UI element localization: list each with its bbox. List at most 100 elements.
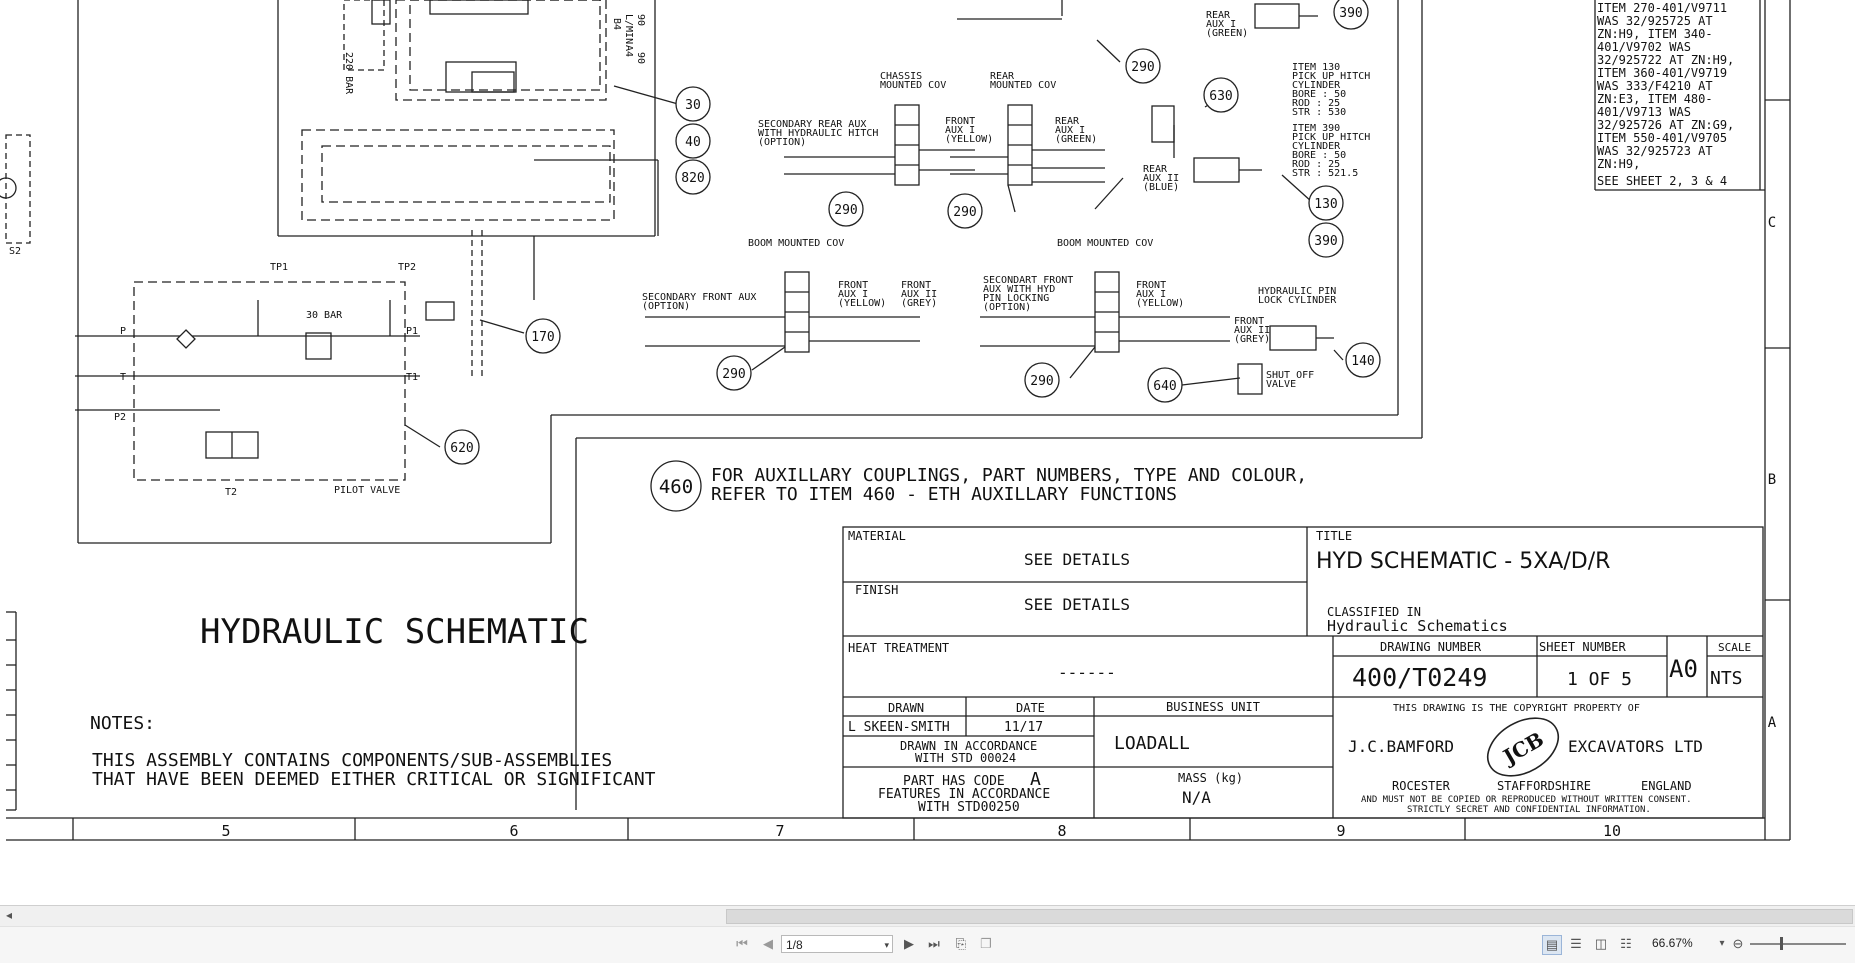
page-copy-icon[interactable]: ⎘: [952, 935, 970, 953]
drawing-canvas[interactable]: 30 40 820 630 290 290 290 290 290 390 13…: [0, 0, 1855, 905]
material-label: MATERIAL: [848, 529, 906, 543]
balloon-140: 140: [1351, 354, 1374, 369]
finish-label: FINISH: [855, 583, 898, 597]
page-dropdown-icon[interactable]: ▾: [884, 936, 889, 954]
notes-line-2: THAT HAVE BEEN DEEMED EITHER CRITICAL OR…: [92, 769, 656, 790]
note-line-13: ZN:H9,: [1597, 157, 1640, 171]
label-s2: S2: [9, 246, 21, 257]
last-page-icon[interactable]: ⏭: [925, 935, 943, 953]
business-unit-label: BUSINESS UNIT: [1166, 700, 1260, 714]
note-line-6: ITEM 360-401/V9719: [1597, 66, 1727, 80]
label-front-aux-grey-2c: (GREY): [901, 298, 937, 309]
date-label: DATE: [1016, 701, 1045, 715]
scrollbar-thumb[interactable]: [726, 909, 1853, 924]
title-value: HYD SCHEMATIC - 5XA/D/R: [1316, 549, 1610, 574]
label-30bar: 30 BAR: [306, 310, 343, 321]
horizontal-scrollbar[interactable]: ◂: [0, 905, 1855, 927]
column-number-7: 7: [775, 822, 784, 840]
label-boom-cov-2: BOOM MOUNTED COV: [1057, 238, 1153, 249]
note-line-5: 32/925722 AT ZN:H9,: [1597, 53, 1734, 67]
note-line-10: 32/925726 AT ZN:G9,: [1597, 118, 1734, 132]
balloon-820: 820: [681, 171, 704, 186]
balloon-460: 460: [659, 476, 693, 498]
label-sec-front-aux-pin-4: (OPTION): [983, 302, 1031, 313]
single-page-view-icon[interactable]: ▤: [1542, 935, 1562, 955]
jcb-logo: JCB: [1486, 717, 1560, 777]
hydraulic-schematic: 30 40 820 630 290 290 290 290 290 390 13…: [0, 0, 1791, 841]
row-letter-c: C: [1768, 215, 1776, 231]
label-b4: B4: [611, 18, 622, 30]
note-line-12: WAS 32/925723 AT: [1597, 144, 1713, 158]
note-line-4: 401/V9702 WAS: [1597, 40, 1691, 54]
drawn-value: L SKEEN-SMITH: [848, 720, 950, 735]
prev-page-icon[interactable]: ◀: [759, 935, 777, 953]
accordance-line-2: WITH STD 00024: [915, 751, 1016, 765]
label-port-t: T: [120, 372, 126, 383]
drawing-number: 400/T0249: [1352, 663, 1487, 692]
mass-label: MASS (kg): [1178, 771, 1243, 785]
page-number-value: 1/8: [786, 938, 803, 952]
page-number-input[interactable]: 1/8 ▾: [781, 935, 893, 953]
column-number-9: 9: [1336, 822, 1345, 840]
note-line-9: 401/V9713 WAS: [1597, 105, 1691, 119]
zoom-out-icon[interactable]: ⊖: [1729, 935, 1747, 953]
title-label: TITLE: [1316, 529, 1352, 543]
next-page-icon[interactable]: ▶: [900, 935, 918, 953]
company-right: EXCAVATORS LTD: [1568, 737, 1703, 756]
aux-note-line-2: REFER TO ITEM 460 - ETH AUXILLARY FUNCTI…: [711, 484, 1177, 505]
label-front-aux-yellow-3c: (YELLOW): [1136, 298, 1184, 309]
main-title: HYDRAULIC SCHEMATIC: [200, 612, 589, 652]
label-shut-off-2: VALVE: [1266, 379, 1296, 390]
label-sec-front-aux-2: (OPTION): [642, 301, 690, 312]
heat-treatment-label: HEAT TREATMENT: [848, 641, 949, 655]
column-number-6: 6: [509, 822, 518, 840]
copy-notice-1: AND MUST NOT BE COPIED OR REPRODUCED WIT…: [1361, 795, 1692, 805]
note-line-8: ZN:E3, ITEM 480-: [1597, 92, 1713, 106]
row-letter-a: A: [1768, 715, 1777, 731]
continuous-view-icon[interactable]: ☰: [1567, 935, 1585, 953]
label-boom-cov-1: BOOM MOUNTED COV: [748, 238, 844, 249]
label-port-p: P: [120, 326, 126, 337]
first-page-icon[interactable]: ⏮: [733, 935, 751, 953]
label-220-bar: 220 BAR: [343, 52, 354, 95]
row-letter-b: B: [1768, 472, 1776, 488]
sheet-size: A0: [1669, 655, 1698, 683]
label-chassis-cov-2: MOUNTED COV: [880, 80, 946, 91]
note-line-3: ZN:H9, ITEM 340-: [1597, 27, 1713, 41]
facing-view-icon[interactable]: ☷: [1617, 935, 1635, 953]
column-number-5: 5: [221, 822, 230, 840]
heat-treatment-value: ------: [1058, 663, 1116, 682]
material-value: SEE DETAILS: [1024, 550, 1130, 569]
note-line-7: WAS 333/F4210 AT: [1597, 79, 1713, 93]
part-code-line-3: WITH STD00250: [918, 800, 1020, 815]
company-left: J.C.BAMFORD: [1348, 737, 1454, 756]
aux-note-line-1: FOR AUXILLARY COUPLINGS, PART NUMBERS, T…: [711, 465, 1307, 486]
label-90-a: 90: [635, 14, 646, 26]
notes-title: NOTES:: [90, 713, 155, 734]
note-line-2: WAS 32/925725 AT: [1597, 14, 1713, 28]
balloon-290-a: 290: [1131, 60, 1154, 75]
label-port-t1: T1: [406, 372, 418, 383]
column-number-10: 10: [1603, 822, 1621, 840]
page-paste-icon[interactable]: ❐: [977, 935, 995, 953]
balloon-290-e: 290: [1030, 374, 1053, 389]
scroll-left-icon[interactable]: ◂: [6, 908, 18, 923]
drawing-number-label: DRAWING NUMBER: [1380, 640, 1482, 654]
business-unit-value: LOADALL: [1114, 733, 1190, 754]
zoom-slider-handle[interactable]: [1780, 937, 1783, 950]
sheet-number-label: SHEET NUMBER: [1539, 640, 1626, 654]
label-item390-6: STR : 521.5: [1292, 168, 1358, 179]
note-line-1: ITEM 270-401/V9711: [1597, 1, 1727, 15]
label-a4: A4: [623, 45, 634, 57]
mass-value: N/A: [1182, 788, 1211, 807]
balloon-640: 640: [1153, 379, 1176, 394]
zoom-level: 66.67%: [1652, 936, 1693, 950]
note-line-11: ITEM 550-401/V9705: [1597, 131, 1727, 145]
two-page-view-icon[interactable]: ◫: [1592, 935, 1610, 953]
balloon-630: 630: [1209, 89, 1232, 104]
balloon-40: 40: [685, 135, 701, 150]
label-front-aux-grey-3c: (GREY): [1234, 334, 1270, 345]
balloon-130: 130: [1314, 197, 1337, 212]
drawn-label: DRAWN: [888, 701, 924, 715]
zoom-slider[interactable]: [1750, 943, 1846, 945]
